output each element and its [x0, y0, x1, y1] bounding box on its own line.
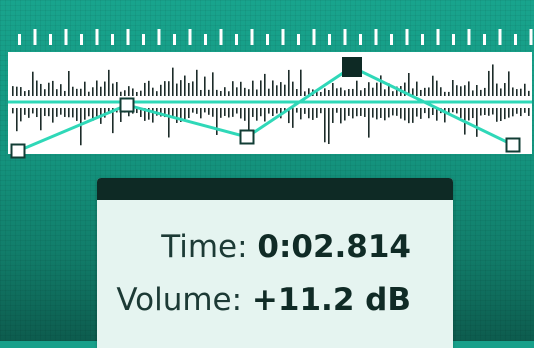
envelope-point-3[interactable]	[239, 129, 255, 145]
ruler-tick	[33, 29, 37, 45]
ruler-tick	[266, 34, 269, 45]
time-value: 0:02.814	[257, 229, 411, 265]
ruler-tick	[157, 29, 161, 45]
volume-value: +11.2 dB	[251, 282, 411, 318]
ruler-tick	[328, 34, 331, 45]
envelope-point-1[interactable]	[10, 143, 26, 159]
ruler-tick	[18, 34, 21, 45]
envelope-point-5[interactable]	[505, 137, 521, 153]
ruler-tick	[250, 29, 254, 45]
ruler-tick	[483, 34, 486, 45]
ruler-tick	[343, 29, 347, 45]
waveform-envelope-area[interactable]	[0, 52, 534, 162]
volume-envelope-editor: Time: 0:02.814 Volume: +11.2 dB	[0, 0, 534, 348]
ruler-tick	[436, 29, 440, 45]
ruler-tick	[452, 34, 455, 45]
ruler-tick	[49, 34, 52, 45]
ruler-tick	[297, 34, 300, 45]
ruler-tick	[498, 29, 502, 45]
time-label: Time:	[161, 229, 248, 265]
ruler-tick	[467, 29, 471, 45]
time-readout: Time: 0:02.814	[161, 232, 411, 263]
ruler-tick	[405, 29, 409, 45]
panel-titlebar	[97, 178, 453, 200]
ruler-tick	[514, 34, 517, 45]
ruler-tick	[374, 29, 378, 45]
ruler-tick	[312, 29, 316, 45]
volume-readout: Volume: +11.2 dB	[116, 285, 411, 316]
ruler-tick	[80, 34, 83, 45]
ruler-tick	[204, 34, 207, 45]
ruler-tick	[281, 29, 285, 45]
ruler-tick	[95, 29, 99, 45]
ruler-tick	[111, 34, 114, 45]
volume-label: Volume:	[116, 282, 243, 318]
envelope-point-4[interactable]	[342, 57, 362, 77]
ruler-tick	[142, 34, 145, 45]
ruler-tick	[529, 29, 533, 45]
value-tooltip-panel: Time: 0:02.814 Volume: +11.2 dB	[97, 178, 453, 348]
ruler-tick	[421, 34, 424, 45]
envelope-point-2[interactable]	[119, 97, 135, 113]
ruler-tick	[359, 34, 362, 45]
ruler-tick	[126, 29, 130, 45]
ruler-tick	[188, 29, 192, 45]
ruler-tick	[235, 34, 238, 45]
timeline-ruler[interactable]	[0, 0, 534, 52]
ruler-tick	[390, 34, 393, 45]
ruler-tick	[64, 29, 68, 45]
ruler-tick	[219, 29, 223, 45]
ruler-tick	[173, 34, 176, 45]
